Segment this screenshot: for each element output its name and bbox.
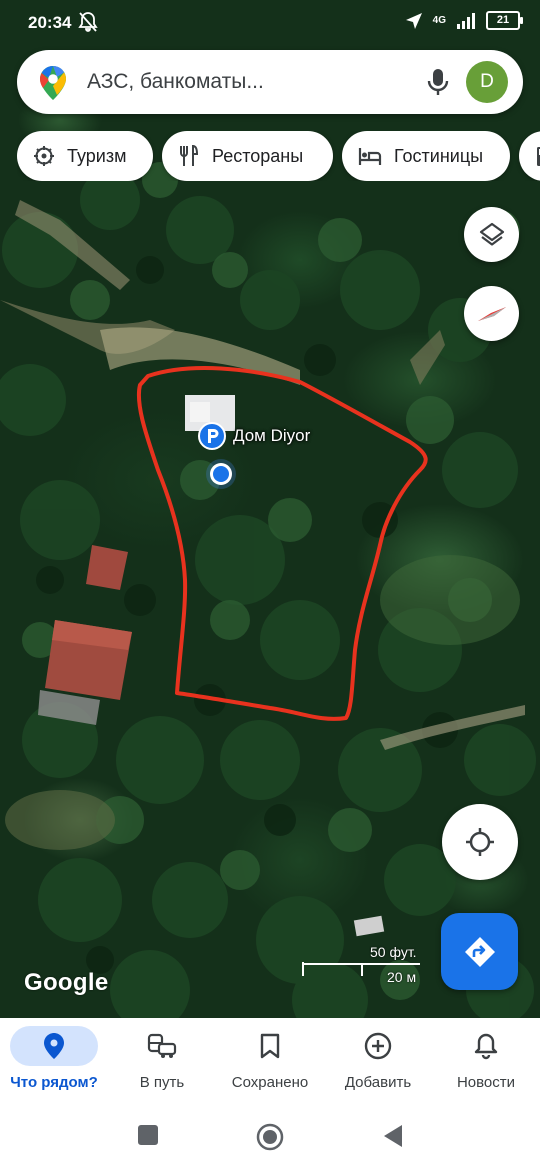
bookmark-icon bbox=[226, 1026, 314, 1066]
directions-icon bbox=[464, 936, 495, 967]
search-bar[interactable]: АЗС, банкоматы... D bbox=[17, 50, 523, 114]
search-input[interactable]: АЗС, банкоматы... bbox=[87, 70, 264, 94]
chip-label: Гостиницы bbox=[394, 145, 484, 166]
home-icon[interactable] bbox=[256, 1123, 284, 1151]
my-location-dot-icon bbox=[206, 459, 236, 489]
chip-restaurants[interactable]: Рестораны bbox=[162, 131, 333, 181]
commute-icon bbox=[118, 1026, 206, 1066]
compass-button[interactable] bbox=[464, 286, 519, 341]
signal-icon bbox=[457, 12, 475, 29]
parking-place-icon[interactable] bbox=[197, 421, 227, 451]
back-icon[interactable] bbox=[382, 1124, 404, 1148]
chip-tourism[interactable]: Туризм bbox=[17, 131, 153, 181]
nav-contribute[interactable]: Добавить bbox=[324, 1018, 432, 1102]
status-time: 20:34 bbox=[28, 13, 72, 32]
add-circle-icon bbox=[334, 1026, 422, 1066]
restaurant-icon bbox=[180, 145, 199, 166]
microphone-icon[interactable] bbox=[425, 67, 451, 102]
place-label[interactable]: Дом Diyor bbox=[233, 426, 310, 446]
nav-saved[interactable]: Сохранено bbox=[216, 1018, 324, 1102]
crosshair-icon bbox=[466, 828, 494, 856]
mute-icon bbox=[78, 11, 98, 38]
category-chips: Туризм Рестораны Гостиницы bbox=[17, 131, 540, 181]
location-pin-icon bbox=[10, 1026, 98, 1066]
nav-go[interactable]: В путь bbox=[108, 1018, 216, 1102]
system-navigation-bar bbox=[0, 1102, 540, 1170]
chip-gas-stations[interactable] bbox=[519, 131, 540, 181]
google-maps-pin-icon bbox=[39, 65, 67, 106]
bottom-navigation: Что рядом? В путь Сохранено Добавить Нов… bbox=[0, 1018, 540, 1102]
chip-label: Туризм bbox=[67, 145, 127, 166]
nav-updates[interactable]: Новости bbox=[432, 1018, 540, 1102]
network-type: 4G bbox=[432, 15, 446, 26]
navigation-arrow-icon bbox=[405, 12, 422, 29]
scale-bar bbox=[302, 962, 420, 976]
compass-icon bbox=[477, 306, 506, 321]
hotel-icon bbox=[358, 148, 382, 165]
google-logo: Google bbox=[24, 969, 109, 996]
layers-button[interactable] bbox=[464, 207, 519, 262]
directions-button[interactable] bbox=[441, 913, 518, 990]
gas-station-icon bbox=[537, 147, 540, 166]
account-avatar[interactable]: D bbox=[466, 61, 508, 103]
bell-icon bbox=[442, 1026, 530, 1066]
nav-explore[interactable]: Что рядом? bbox=[0, 1018, 108, 1102]
battery-indicator: 21 bbox=[486, 11, 523, 30]
my-location-button[interactable] bbox=[442, 804, 518, 880]
chip-hotels[interactable]: Гостиницы bbox=[342, 131, 510, 181]
recent-apps-icon[interactable] bbox=[137, 1124, 159, 1146]
chip-label: Рестораны bbox=[212, 145, 304, 166]
layers-icon bbox=[479, 222, 504, 246]
status-bar: 20:34 4G 21 bbox=[0, 0, 540, 46]
landmark-icon bbox=[34, 146, 54, 166]
nav-label: Новости bbox=[456, 1074, 516, 1091]
